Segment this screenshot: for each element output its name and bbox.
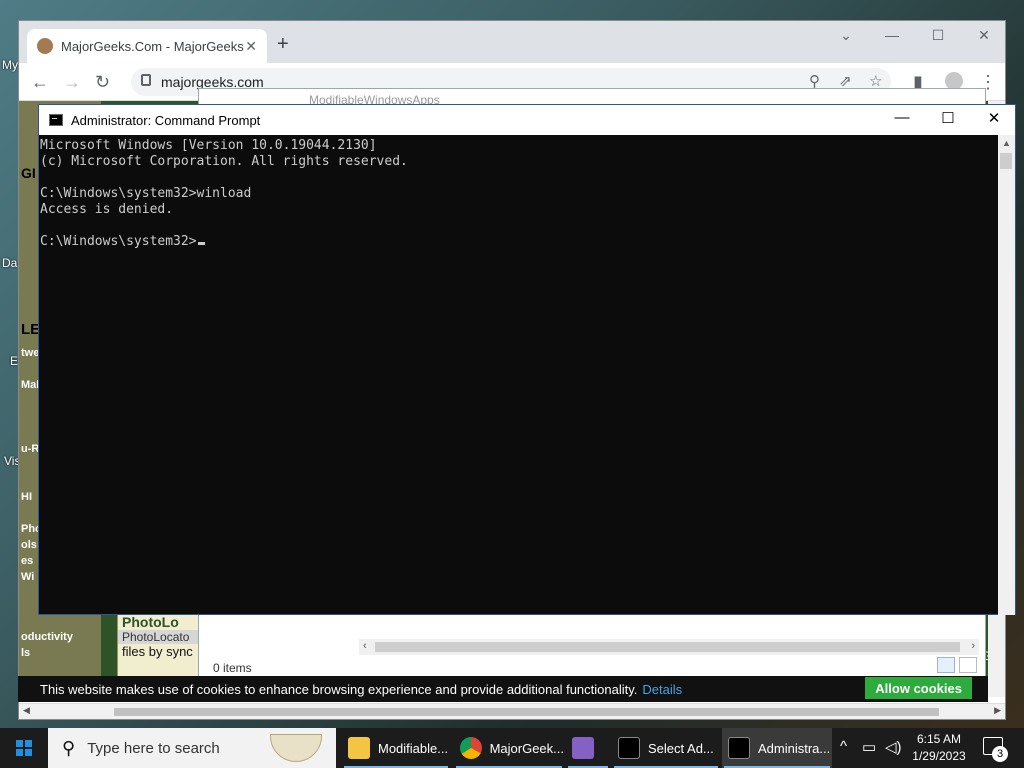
tab-close-icon[interactable]: ✕ — [245, 38, 257, 55]
back-arrow-icon[interactable]: ← — [31, 72, 49, 93]
notification-count-badge: 3 — [992, 746, 1008, 762]
taskbar-item-select-admin-cmd[interactable]: Select Ad... — [612, 728, 720, 768]
scroll-right-arrow-icon[interactable]: ▶ — [994, 705, 1001, 716]
search-icon: ⚲ — [62, 737, 76, 758]
forward-arrow-icon[interactable]: → — [63, 72, 81, 93]
scroll-left-arrow-icon[interactable]: ◀ — [23, 705, 30, 716]
taskbar-item-label: Select Ad... — [648, 740, 714, 756]
minimize-button[interactable]: — — [879, 109, 925, 126]
sidebar-label[interactable]: Wi — [21, 571, 34, 583]
console-line: Microsoft Windows [Version 10.0.19044.21… — [40, 138, 377, 153]
clock-date: 1/29/2023 — [912, 749, 966, 763]
cmd-console-output[interactable]: Microsoft Windows [Version 10.0.19044.21… — [39, 135, 999, 615]
cmd-icon — [728, 737, 750, 759]
search-placeholder: Type here to search — [87, 739, 220, 757]
lock-icon[interactable] — [141, 74, 151, 86]
sidebar-label[interactable]: HI — [21, 491, 32, 503]
maximize-button[interactable]: ☐ — [915, 27, 961, 44]
scroll-right-arrow-icon[interactable]: › — [971, 640, 975, 652]
sidebar-label[interactable]: ls — [21, 647, 30, 659]
volume-icon[interactable]: ◁) — [885, 738, 902, 756]
explorer-horizontal-scrollbar[interactable]: ‹ › — [359, 639, 979, 655]
explorer-item-count: 0 items — [213, 661, 252, 675]
taskbar-item-visual-studio[interactable] — [566, 728, 610, 768]
sidebar-label[interactable]: oductivity — [21, 631, 73, 643]
taskbar-item-label: MajorGeek... — [489, 740, 564, 756]
allow-cookies-button[interactable]: Allow cookies — [865, 677, 972, 699]
console-line: (c) Microsoft Corporation. All rights re… — [40, 154, 408, 169]
browser-tab[interactable]: MajorGeeks.Com - MajorGeeks ✕ — [27, 29, 267, 63]
close-button[interactable]: ✕ — [961, 27, 1007, 44]
folder-icon — [348, 737, 370, 759]
command-prompt-window[interactable]: Administrator: Command Prompt — ☐ ✕ Micr… — [38, 104, 1016, 615]
taskbar-item-file-explorer[interactable]: Modifiable... — [342, 728, 450, 768]
scrollbar-thumb[interactable] — [1000, 153, 1012, 169]
desktop-icon-label[interactable]: Da — [2, 256, 17, 270]
console-line: C:\Windows\system32>winload — [40, 186, 252, 201]
close-button[interactable]: ✕ — [971, 109, 1017, 127]
maximize-button[interactable]: ☐ — [925, 109, 971, 127]
chrome-horizontal-scrollbar[interactable]: ◀ ▶ — [19, 703, 1005, 719]
desktop-icon-label[interactable]: E — [10, 354, 18, 368]
console-prompt-line[interactable]: C:\Windows\system32> — [40, 234, 999, 250]
taskbar-item-chrome[interactable]: MajorGeek... — [454, 728, 564, 768]
search-highlight-image[interactable] — [270, 734, 322, 762]
clock-time: 6:15 AM — [916, 732, 962, 746]
new-tab-button[interactable]: + — [277, 33, 289, 56]
sidebar-label[interactable]: ols — [21, 539, 37, 551]
cmd-icon — [618, 737, 640, 759]
network-icon[interactable]: ▭ — [862, 738, 876, 756]
chrome-tab-bar: MajorGeeks.Com - MajorGeeks ✕ + ⌄ — ☐ ✕ — [19, 21, 1005, 63]
majorgeeks-favicon-icon — [37, 38, 53, 54]
cmd-vertical-scrollbar[interactable]: ▲ — [998, 135, 1015, 615]
cookie-message: This website makes use of cookies to enh… — [40, 681, 638, 697]
cmd-window-title: Administrator: Command Prompt — [71, 112, 261, 128]
details-view-icon[interactable] — [937, 657, 955, 673]
taskbar-search-box[interactable]: ⚲ Type here to search — [48, 728, 336, 768]
console-prompt: C:\Windows\system32> — [40, 234, 197, 249]
taskbar-item-label: Modifiable... — [378, 740, 449, 756]
console-line: Access is denied. — [40, 202, 174, 217]
scrollbar-thumb[interactable] — [375, 642, 960, 652]
taskbar-item-administrator-cmd[interactable]: Administra... — [722, 728, 832, 768]
start-button[interactable] — [0, 728, 48, 768]
text-cursor — [197, 242, 205, 245]
minimize-button[interactable]: — — [869, 27, 915, 43]
sidebar-label[interactable]: Mal — [21, 379, 39, 391]
taskbar-item-label: Administra... — [758, 740, 831, 756]
cmd-app-icon — [49, 114, 63, 126]
tab-title: MajorGeeks.Com - MajorGeeks — [61, 38, 244, 54]
scroll-up-arrow-icon[interactable]: ▲ — [1002, 138, 1011, 148]
taskbar: ⚲ Type here to search Modifiable... Majo… — [0, 728, 1024, 768]
tab-search-dropdown-icon[interactable]: ⌄ — [823, 27, 869, 44]
visual-studio-icon — [572, 737, 594, 759]
cookie-consent-bar: This website makes use of cookies to enh… — [18, 676, 988, 702]
sidebar-label[interactable]: es — [21, 555, 33, 567]
sidebar-label: GI — [21, 165, 36, 181]
chrome-icon — [460, 737, 482, 759]
scrollbar-thumb[interactable] — [114, 708, 939, 716]
show-hidden-icons-chevron-icon[interactable]: ^ — [840, 738, 847, 755]
cmd-title-bar[interactable]: Administrator: Command Prompt — ☐ ✕ — [39, 105, 1015, 135]
windows-logo-icon — [16, 740, 32, 756]
cookie-details-link[interactable]: Details — [642, 682, 682, 697]
desktop-icon-label[interactable]: My — [2, 58, 18, 72]
scroll-left-arrow-icon[interactable]: ‹ — [363, 640, 367, 652]
large-icons-view-icon[interactable] — [959, 657, 977, 673]
reload-icon[interactable]: ↻ — [95, 72, 110, 93]
system-clock[interactable]: 6:15 AM 1/29/2023 — [906, 731, 972, 765]
